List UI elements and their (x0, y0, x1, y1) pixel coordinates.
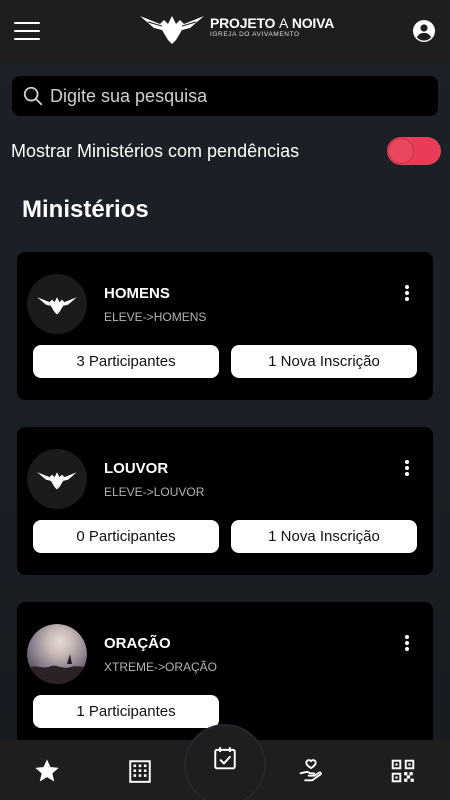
ministry-name: HOMENS (104, 285, 170, 302)
logo-title-a: PROJETO (210, 14, 276, 31)
eagle-logo-icon (37, 297, 77, 315)
ministry-card[interactable]: LOUVOR ELEVE->LOUVOR 0 Participantes 1 N… (17, 427, 433, 575)
hand-heart-icon (299, 759, 322, 782)
ministry-card[interactable]: HOMENS ELEVE->HOMENS 3 Participantes 1 N… (17, 252, 433, 400)
ministry-avatar (27, 449, 87, 509)
more-vert-icon[interactable] (397, 282, 417, 304)
nav-qr[interactable] (388, 756, 418, 786)
qr-code-icon (391, 759, 415, 783)
account-circle-icon[interactable] (412, 19, 436, 43)
search-bar (12, 76, 438, 116)
search-icon (23, 86, 43, 106)
nav-buildings[interactable] (125, 756, 155, 786)
ministry-name: LOUVOR (104, 460, 169, 477)
search-input[interactable] (50, 85, 428, 107)
top-app-bar: PROJETO A NOIVA IGREJA DO AVIVAMENTO (0, 0, 450, 62)
pending-filter-label: Mostrar Ministérios com pendências (11, 140, 300, 161)
ministry-avatar (27, 274, 87, 334)
more-vert-icon[interactable] (397, 632, 417, 654)
new-inscription-button[interactable]: 1 Nova Inscrição (231, 520, 417, 553)
participants-button[interactable]: 3 Participantes (33, 345, 219, 378)
logo-title-b: A (278, 14, 289, 31)
ministry-path: ELEVE->LOUVOR (104, 485, 205, 499)
section-title: Ministérios (22, 196, 149, 223)
ministry-name: ORAÇÃO (104, 635, 171, 652)
toggle-knob (389, 139, 413, 163)
nav-schedule[interactable] (212, 745, 238, 771)
ministry-path: ELEVE->HOMENS (104, 310, 207, 324)
pending-filter-toggle[interactable] (387, 137, 441, 165)
logo-title-c: NOIVA (291, 14, 335, 31)
sky-silhouette-image (27, 654, 87, 684)
nav-favorites[interactable] (32, 756, 62, 786)
app-logo: PROJETO A NOIVA IGREJA DO AVIVAMENTO (138, 10, 334, 44)
hamburger-icon[interactable] (14, 22, 40, 40)
participants-button[interactable]: 1 Participantes (33, 695, 219, 728)
ministry-avatar (27, 624, 87, 684)
pending-filter-row: Mostrar Ministérios com pendências (11, 136, 441, 166)
building-icon (129, 760, 151, 783)
calendar-check-icon (214, 747, 236, 770)
new-inscription-button[interactable]: 1 Nova Inscrição (231, 345, 417, 378)
participants-button[interactable]: 0 Participantes (33, 520, 219, 553)
ministry-photo (27, 624, 87, 684)
more-vert-icon[interactable] (397, 457, 417, 479)
eagle-logo-icon (140, 16, 204, 44)
logo-subtitle: IGREJA DO AVIVAMENTO (210, 30, 300, 38)
eagle-logo-icon (37, 472, 77, 490)
ministry-path: XTREME->ORAÇÃO (104, 660, 218, 674)
star-icon (35, 759, 59, 782)
nav-care[interactable] (296, 756, 326, 786)
